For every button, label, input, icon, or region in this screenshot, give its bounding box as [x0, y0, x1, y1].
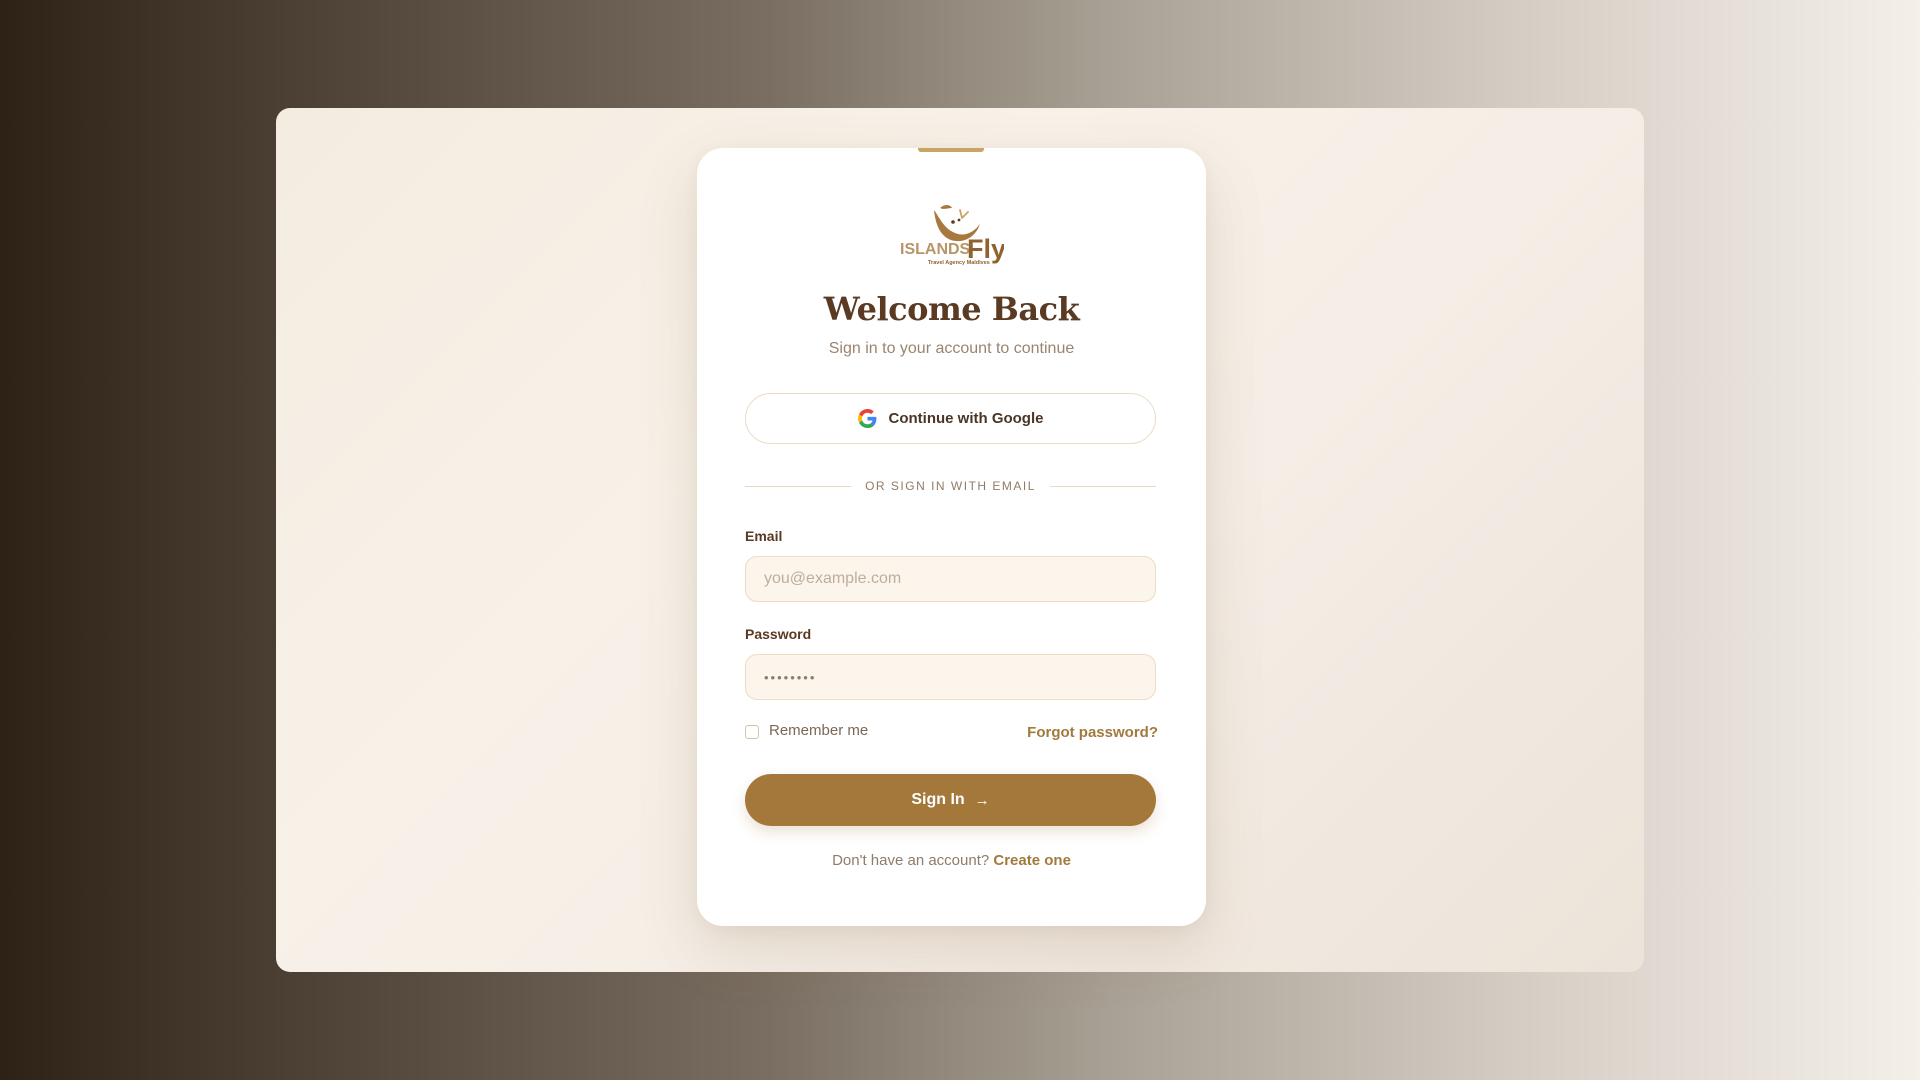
checkbox-box[interactable] [745, 724, 759, 739]
password-label: Password [745, 626, 812, 642]
signup-prompt: Don't have an account? Create one [697, 852, 1206, 869]
remember-me-checkbox[interactable]: Remember me [745, 722, 868, 739]
arrow-right-icon: → [974, 791, 990, 809]
google-signin-button[interactable]: Continue with Google [745, 393, 1156, 444]
email-divider: OR SIGN IN WITH EMAIL [745, 479, 1156, 493]
email-label: Email [745, 528, 783, 544]
signup-prompt-text: Don't have an account? [832, 852, 990, 869]
create-account-link[interactable]: Create one [993, 852, 1071, 869]
forgot-password-link[interactable]: Forgot password? [1027, 724, 1158, 741]
sign-in-label: Sign In [911, 791, 965, 808]
google-icon [857, 409, 876, 428]
divider-line-left [745, 485, 852, 487]
divider-text: OR SIGN IN WITH EMAIL [865, 479, 1036, 493]
email-input[interactable] [745, 556, 1156, 602]
sign-in-button[interactable]: Sign In → [745, 774, 1156, 826]
remember-me-label: Remember me [769, 722, 869, 739]
password-masked-value: •••••••• [764, 670, 817, 685]
google-button-label: Continue with Google [888, 410, 1044, 427]
password-input[interactable]: •••••••• [745, 654, 1156, 700]
divider-line-right [1049, 485, 1156, 487]
login-form: Continue with Google OR SIGN IN WITH EMA… [697, 148, 1206, 926]
